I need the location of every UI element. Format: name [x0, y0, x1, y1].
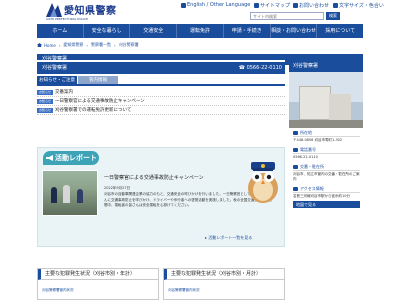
activity-report-heading: 活動レポート: [55, 154, 97, 162]
sidebar-title: 刈谷警察署: [289, 60, 363, 72]
gnav-applications[interactable]: 申請・手続き: [224, 24, 271, 38]
site-logo-subtitle: AICHI PREFECTURAL POLICE: [46, 17, 89, 21]
gnav-safe-living[interactable]: 安全な暮らし: [84, 24, 131, 38]
crime-stats-monthly-title: 主要な犯罪発生状況（刈谷市別・月計）: [164, 269, 284, 280]
address-text: 〒448-0856 刈谷市寿町1-302: [293, 138, 343, 142]
activity-report-banner: 活動レポート: [43, 151, 99, 165]
breadcrumb-separator: ›: [86, 42, 89, 48]
gnav-traffic-safety[interactable]: 交通安全: [130, 24, 178, 38]
breadcrumb-current: 刈谷警察署: [118, 42, 139, 47]
notice-link[interactable]: 一日警察官による交通事故防止キャンペーン: [55, 99, 145, 104]
activity-title[interactable]: 一日警察官による交通事故防止キャンペーン: [104, 174, 204, 181]
crime-stats-yearly: 主要な犯罪発生状況（刈谷市別・年計） 刈谷警察署管内状況: [37, 268, 159, 300]
train-icon: [293, 187, 298, 191]
activity-report-list-link[interactable]: ▸ 活動レポート一覧を見る: [205, 235, 252, 241]
gnav-home[interactable]: ホーム: [37, 24, 84, 38]
breadcrumb-home[interactable]: Home: [44, 43, 56, 48]
crime-stats-yearly-link[interactable]: 刈谷警察署管内状況: [38, 280, 158, 300]
site-logo-text[interactable]: 愛知県警察: [64, 2, 117, 17]
breadcrumb-separator: ›: [58, 42, 61, 48]
utility-links: English / Other Language サイトマップ お問い合わせ 文…: [181, 2, 398, 11]
address-label: 所在地: [300, 130, 312, 135]
site-header: 愛知県警察 AICHI PREFECTURAL POLICE English /…: [0, 0, 400, 22]
gnav-driver-license[interactable]: 運転免許: [177, 24, 224, 38]
list-item[interactable]: お知らせ 交番案内: [37, 88, 285, 97]
notice-list: お知らせ 交番案内 お知らせ 一日警察官による交通事故防止キャンペーン お知らせ 刈谷…: [37, 88, 285, 115]
notice-badge: お知らせ: [37, 90, 53, 95]
activity-date: 2022年9月27日: [104, 186, 131, 190]
owl-mascot-icon: [248, 162, 278, 203]
mail-icon: [293, 3, 298, 8]
globe-icon: [181, 2, 186, 8]
breadcrumb-separator: ›: [114, 42, 116, 48]
station-building-photo: [289, 72, 363, 128]
police-logo-icon[interactable]: [46, 3, 62, 17]
home-icon: [37, 43, 42, 47]
megaphone-icon: [46, 155, 53, 161]
phone-text[interactable]: 0566-22-0110: [293, 155, 360, 160]
gnav-consultation[interactable]: 相談・お問い合わせ: [271, 24, 318, 38]
text-size-icon: [333, 3, 338, 8]
tab-area-info[interactable]: 管内情報: [78, 76, 118, 84]
access-text: 名鉄三河線刈谷市駅から徒歩約10分: [293, 194, 350, 198]
crime-stats-yearly-title: 主要な犯罪発生状況（刈谷市別・年計）: [38, 269, 158, 280]
koban-text: 刈谷市、知立市管内の交番・駐在所のご案内: [293, 172, 360, 181]
tab-notices[interactable]: お知らせ・ご注意: [37, 76, 77, 84]
gnav-recruitment[interactable]: 採用について: [317, 24, 363, 38]
koban-icon: [293, 165, 298, 169]
crime-stats-monthly: 主要な犯罪発生状況（刈谷市別・月計） 刈谷警察署管内状況: [163, 268, 285, 300]
breadcrumb: Home › 愛知県警察 › 警察署一覧 › 刈谷警察署: [37, 41, 363, 49]
crime-stats-monthly-link[interactable]: 刈谷警察署管内状況: [164, 280, 284, 300]
station-name: 刈谷警察署: [42, 65, 68, 71]
notice-badge: お知らせ: [37, 99, 53, 104]
notice-link[interactable]: 刈谷警察署での運転免許更新について: [55, 108, 131, 113]
location-icon: [293, 131, 298, 135]
breadcrumb-station-list[interactable]: 警察署一覧: [91, 42, 111, 48]
phone-label: 電話番号: [300, 147, 316, 152]
notice-link[interactable]: 交番案内: [55, 90, 73, 95]
station-phone[interactable]: ☎ 0566-22-0110: [239, 62, 282, 74]
global-nav: ホーム 安全な暮らし 交通安全 運転免許 申請・手続き 相談・お問い合わせ 採用…: [37, 24, 363, 38]
activity-report-card: 活動レポート 一日警察官による交通事故防止キャンペーン 2022年9月27日 刈…: [37, 147, 285, 247]
map-link-button[interactable]: 地図で見る: [293, 201, 360, 208]
station-header: 刈谷警察署 ☎ 0566-22-0110: [37, 60, 285, 74]
address-section: 所在地 〒448-0856 刈谷市寿町1-302: [289, 128, 363, 145]
search-button[interactable]: 検索: [326, 12, 340, 20]
contact-link[interactable]: お問い合わせ: [293, 2, 329, 9]
sitemap-link[interactable]: サイトマップ: [254, 2, 290, 9]
phone-section: 電話番号 0566-22-0110: [289, 145, 363, 162]
search-input[interactable]: [250, 12, 324, 20]
list-item[interactable]: お知らせ 刈谷警察署での運転免許更新について: [37, 106, 285, 115]
access-label: アクセス情報: [300, 186, 324, 191]
font-size-link[interactable]: 文字サイズ・色合い: [333, 2, 384, 9]
access-section: アクセス情報 名鉄三河線刈谷市駅から徒歩約10分 地図で見る: [289, 184, 363, 210]
sitemap-icon: [254, 3, 259, 8]
station-info-sidebar: 刈谷警察署 所在地 〒448-0856 刈谷市寿町1-302 電話番号 0566…: [289, 60, 363, 300]
koban-label: 交番・駐在所: [300, 164, 324, 169]
breadcrumb-police[interactable]: 愛知県警察: [63, 42, 83, 48]
phone-icon: [293, 148, 298, 152]
notice-tabs: お知らせ・ご注意 管内情報: [37, 76, 285, 86]
koban-section: 交番・駐在所 刈谷市、知立市管内の交番・駐在所のご案内: [289, 162, 363, 184]
site-search: 検索: [250, 12, 360, 20]
notice-badge: お知らせ: [37, 108, 53, 113]
activity-photo[interactable]: [42, 170, 98, 216]
language-link[interactable]: English / Other Language: [181, 2, 250, 8]
list-item[interactable]: お知らせ 一日警察官による交通事故防止キャンペーン: [37, 97, 285, 106]
